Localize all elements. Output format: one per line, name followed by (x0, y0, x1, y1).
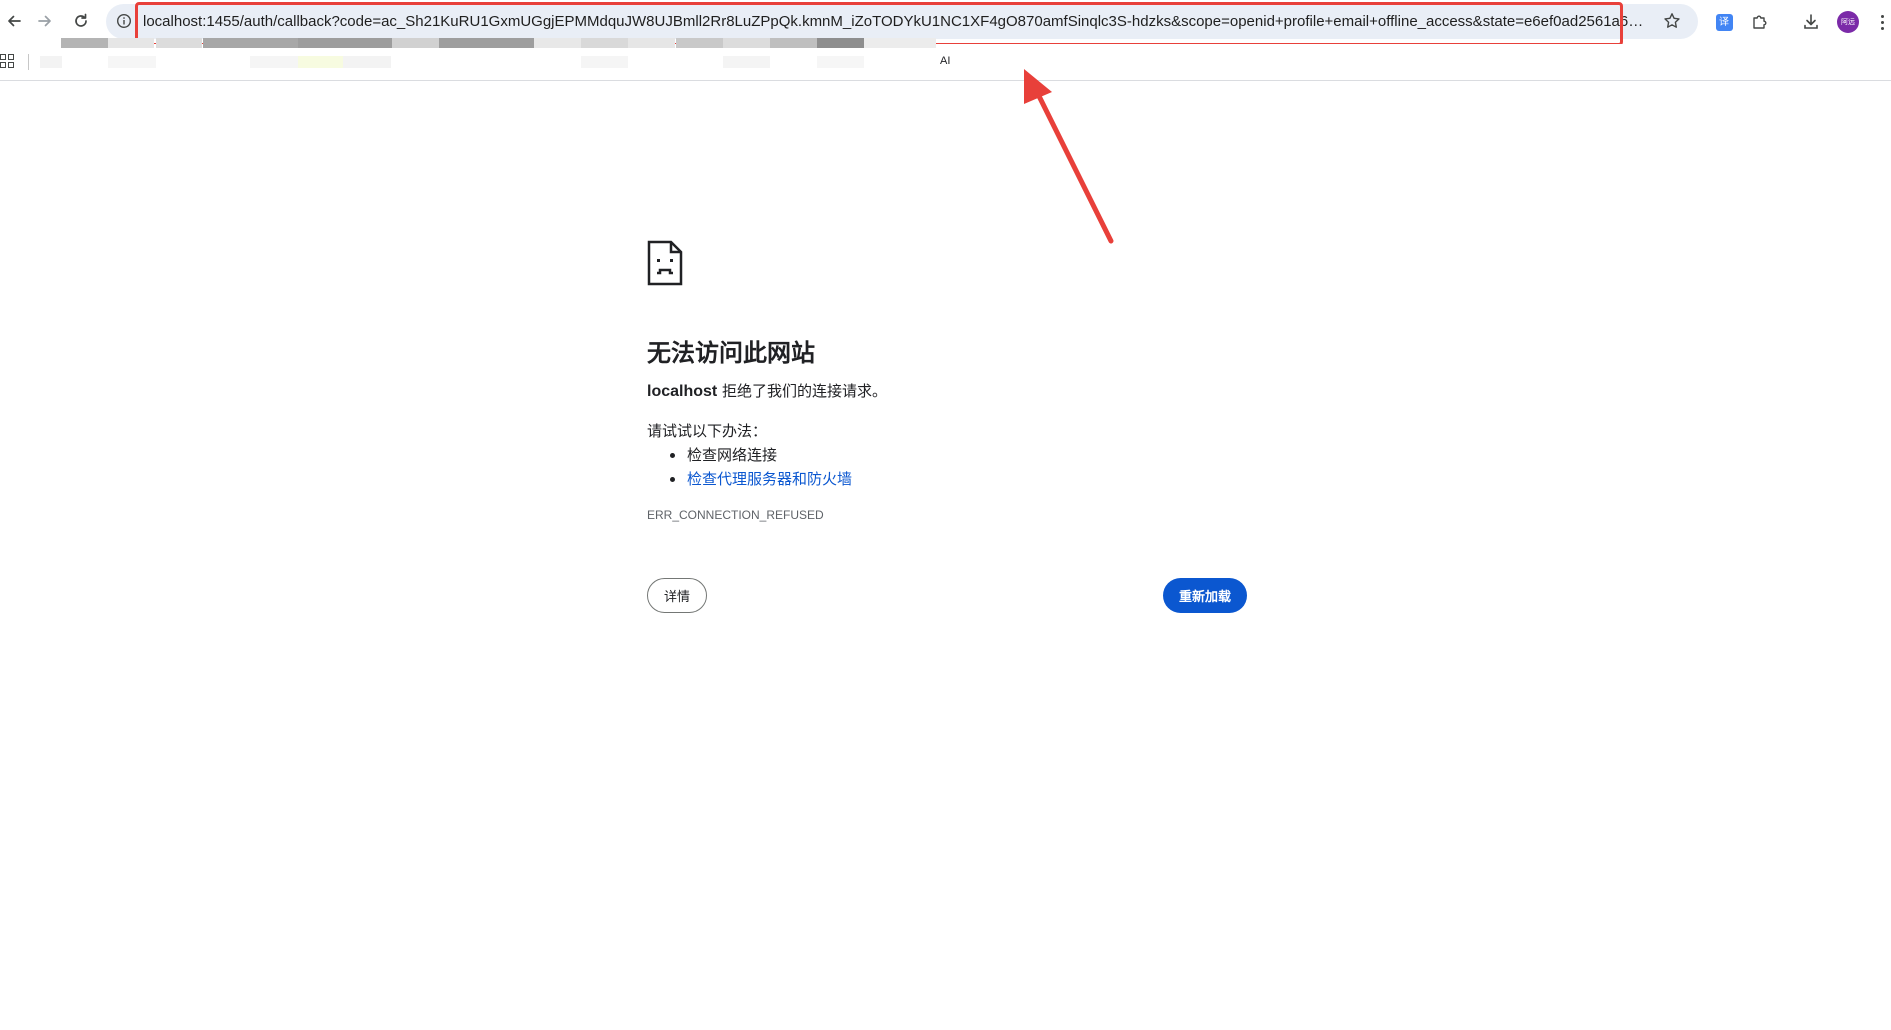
sad-document-icon (647, 240, 683, 286)
bookmarks-divider (28, 54, 29, 70)
error-host: localhost (647, 383, 718, 400)
details-button[interactable]: 详情 (647, 578, 707, 613)
error-title: 无法访问此网站 (647, 339, 815, 367)
forward-arrow-icon[interactable] (31, 7, 59, 35)
suggestions-list: 检查网络连接 检查代理服务器和防火墙 (647, 443, 852, 491)
download-icon[interactable] (1798, 9, 1824, 35)
suggestions-heading: 请试试以下办法： (647, 422, 768, 440)
translate-badge: 译 (1715, 13, 1733, 31)
suggestion-check-network: 检查网络连接 (647, 443, 852, 467)
translate-extension-icon[interactable]: 译 (1711, 9, 1737, 35)
avatar[interactable]: 阿远 (1837, 11, 1859, 33)
suggestion-check-proxy: 检查代理服务器和防火墙 (647, 467, 852, 491)
info-icon[interactable] (114, 11, 134, 31)
back-arrow-icon[interactable] (0, 7, 28, 35)
check-proxy-link[interactable]: 检查代理服务器和防火墙 (687, 470, 852, 488)
bookmark-ai[interactable]: AI (940, 55, 950, 67)
puzzle-icon[interactable] (1747, 9, 1773, 35)
browser-window: localhost:1455/auth/callback?code=ac_Sh2… (0, 0, 1891, 1030)
reload-button[interactable]: 重新加载 (1163, 578, 1247, 613)
more-vert-icon[interactable] (1875, 10, 1889, 34)
apps-grid-icon[interactable] (0, 54, 14, 68)
error-description: localhost 拒绝了我们的连接请求。 (647, 380, 887, 401)
reload-icon[interactable] (67, 7, 95, 35)
star-icon[interactable] (1660, 9, 1684, 33)
error-message: 拒绝了我们的连接请求。 (717, 382, 888, 400)
url-text[interactable]: localhost:1455/auth/callback?code=ac_Sh2… (143, 13, 1648, 31)
error-code: ERR_CONNECTION_REFUSED (647, 508, 824, 522)
